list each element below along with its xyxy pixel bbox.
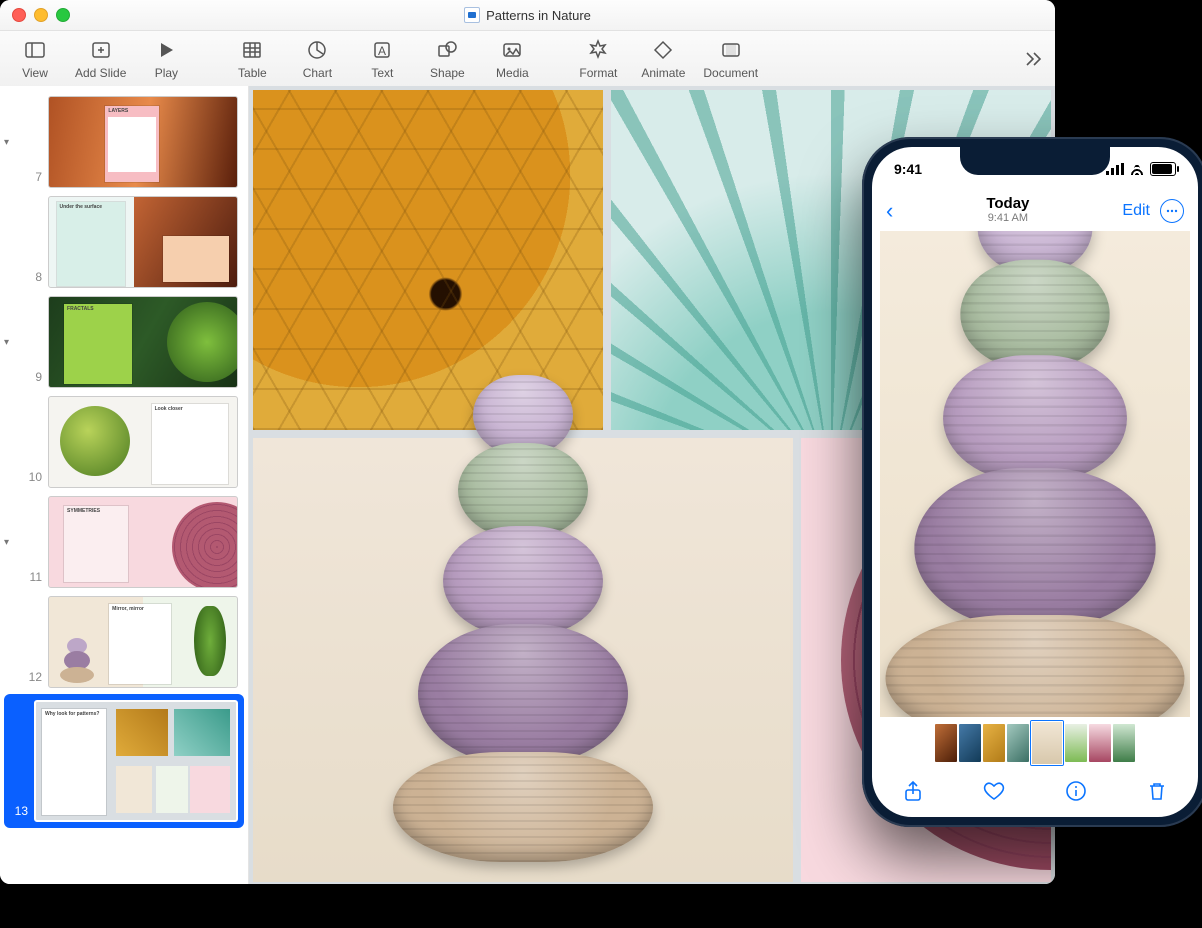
toolbar-table[interactable]: Table (227, 38, 277, 80)
toolbar-document[interactable]: Document (703, 38, 758, 80)
add-slide-icon (89, 38, 113, 62)
zoom-button[interactable] (56, 8, 70, 22)
animate-icon (651, 38, 675, 62)
slide-navigator[interactable]: ▾ 7 LAYERS 8 Under the surface (0, 86, 249, 884)
filmstrip-thumb[interactable] (1089, 724, 1111, 762)
svg-text:A: A (378, 44, 386, 58)
filmstrip-thumb[interactable] (1007, 724, 1029, 762)
disclosure-icon[interactable]: ▾ (4, 137, 18, 148)
share-icon (901, 779, 925, 803)
toolbar-text[interactable]: A Text (357, 38, 407, 80)
slide-thumb-12[interactable]: 12 Mirror, mirror (0, 592, 248, 692)
slide-thumb-10[interactable]: 10 Look closer (0, 392, 248, 492)
slide-thumb-13[interactable]: 13 Why look for patterns? (4, 694, 244, 828)
favorite-button[interactable] (982, 779, 1006, 808)
toolbar-animate[interactable]: Animate (638, 38, 688, 80)
iphone-device: 9:41 ‹ Today 9:41 AM Edit (862, 137, 1202, 827)
document-icon (719, 38, 743, 62)
window-title: Patterns in Nature (486, 8, 591, 23)
back-button[interactable]: ‹ (886, 198, 893, 224)
disclosure-icon[interactable]: ▾ (4, 537, 18, 548)
info-icon (1064, 779, 1088, 803)
filmstrip-thumb-selected[interactable] (1031, 721, 1063, 765)
battery-icon (1150, 162, 1176, 176)
status-time: 9:41 (894, 161, 922, 177)
toolbar-shape[interactable]: Shape (422, 38, 472, 80)
view-icon (23, 38, 47, 62)
table-icon (240, 38, 264, 62)
delete-button[interactable] (1145, 779, 1169, 808)
photos-header: ‹ Today 9:41 AM Edit (872, 191, 1198, 231)
slide-thumb-9[interactable]: ▾ 9 FRACTALS (0, 292, 248, 392)
shape-icon (435, 38, 459, 62)
slide-thumb-11[interactable]: ▾ 11 SYMMETRIES (0, 492, 248, 592)
toolbar: View Add Slide Play Table Chart A Text S… (0, 31, 1055, 88)
filmstrip-thumb[interactable] (1065, 724, 1087, 762)
play-icon (154, 38, 178, 62)
slide-thumb-7[interactable]: ▾ 7 LAYERS (0, 92, 248, 192)
iphone-notch (960, 147, 1110, 175)
window-titlebar: Patterns in Nature (0, 0, 1055, 31)
photo-filmstrip[interactable] (872, 721, 1198, 765)
edit-button[interactable]: Edit (1122, 202, 1150, 220)
header-title: Today (986, 197, 1029, 211)
minimize-button[interactable] (34, 8, 48, 22)
photos-toolbar (872, 769, 1198, 817)
toolbar-overflow[interactable] (1021, 47, 1045, 71)
filmstrip-thumb[interactable] (935, 724, 957, 762)
trash-icon (1145, 779, 1169, 803)
text-icon: A (370, 38, 394, 62)
toolbar-view[interactable]: View (10, 38, 60, 80)
media-icon (500, 38, 524, 62)
disclosure-icon[interactable]: ▾ (4, 337, 18, 348)
info-button[interactable] (1064, 779, 1088, 808)
document-icon (464, 7, 480, 23)
toolbar-add-slide[interactable]: Add Slide (75, 38, 126, 80)
canvas-image-urchin-stack[interactable] (253, 438, 793, 882)
filmstrip-thumb[interactable] (1113, 724, 1135, 762)
filmstrip-thumb[interactable] (983, 724, 1005, 762)
ellipsis-icon (1165, 204, 1179, 218)
cellular-signal-icon (1106, 163, 1124, 175)
toolbar-play[interactable]: Play (141, 38, 191, 80)
toolbar-media[interactable]: Media (487, 38, 537, 80)
slide-thumb-8[interactable]: 8 Under the surface (0, 192, 248, 292)
traffic-lights (12, 8, 70, 22)
format-icon (586, 38, 610, 62)
wifi-icon (1129, 163, 1145, 175)
more-button[interactable] (1160, 199, 1184, 223)
close-button[interactable] (12, 8, 26, 22)
header-subtitle: 9:41 AM (986, 211, 1029, 225)
toolbar-chart[interactable]: Chart (292, 38, 342, 80)
chart-icon (305, 38, 329, 62)
chevron-double-right-icon (1023, 49, 1043, 69)
iphone-screen: 9:41 ‹ Today 9:41 AM Edit (872, 147, 1198, 817)
heart-icon (982, 779, 1006, 803)
toolbar-format[interactable]: Format (573, 38, 623, 80)
photo-viewer[interactable] (880, 231, 1190, 717)
share-button[interactable] (901, 779, 925, 808)
filmstrip-thumb[interactable] (959, 724, 981, 762)
